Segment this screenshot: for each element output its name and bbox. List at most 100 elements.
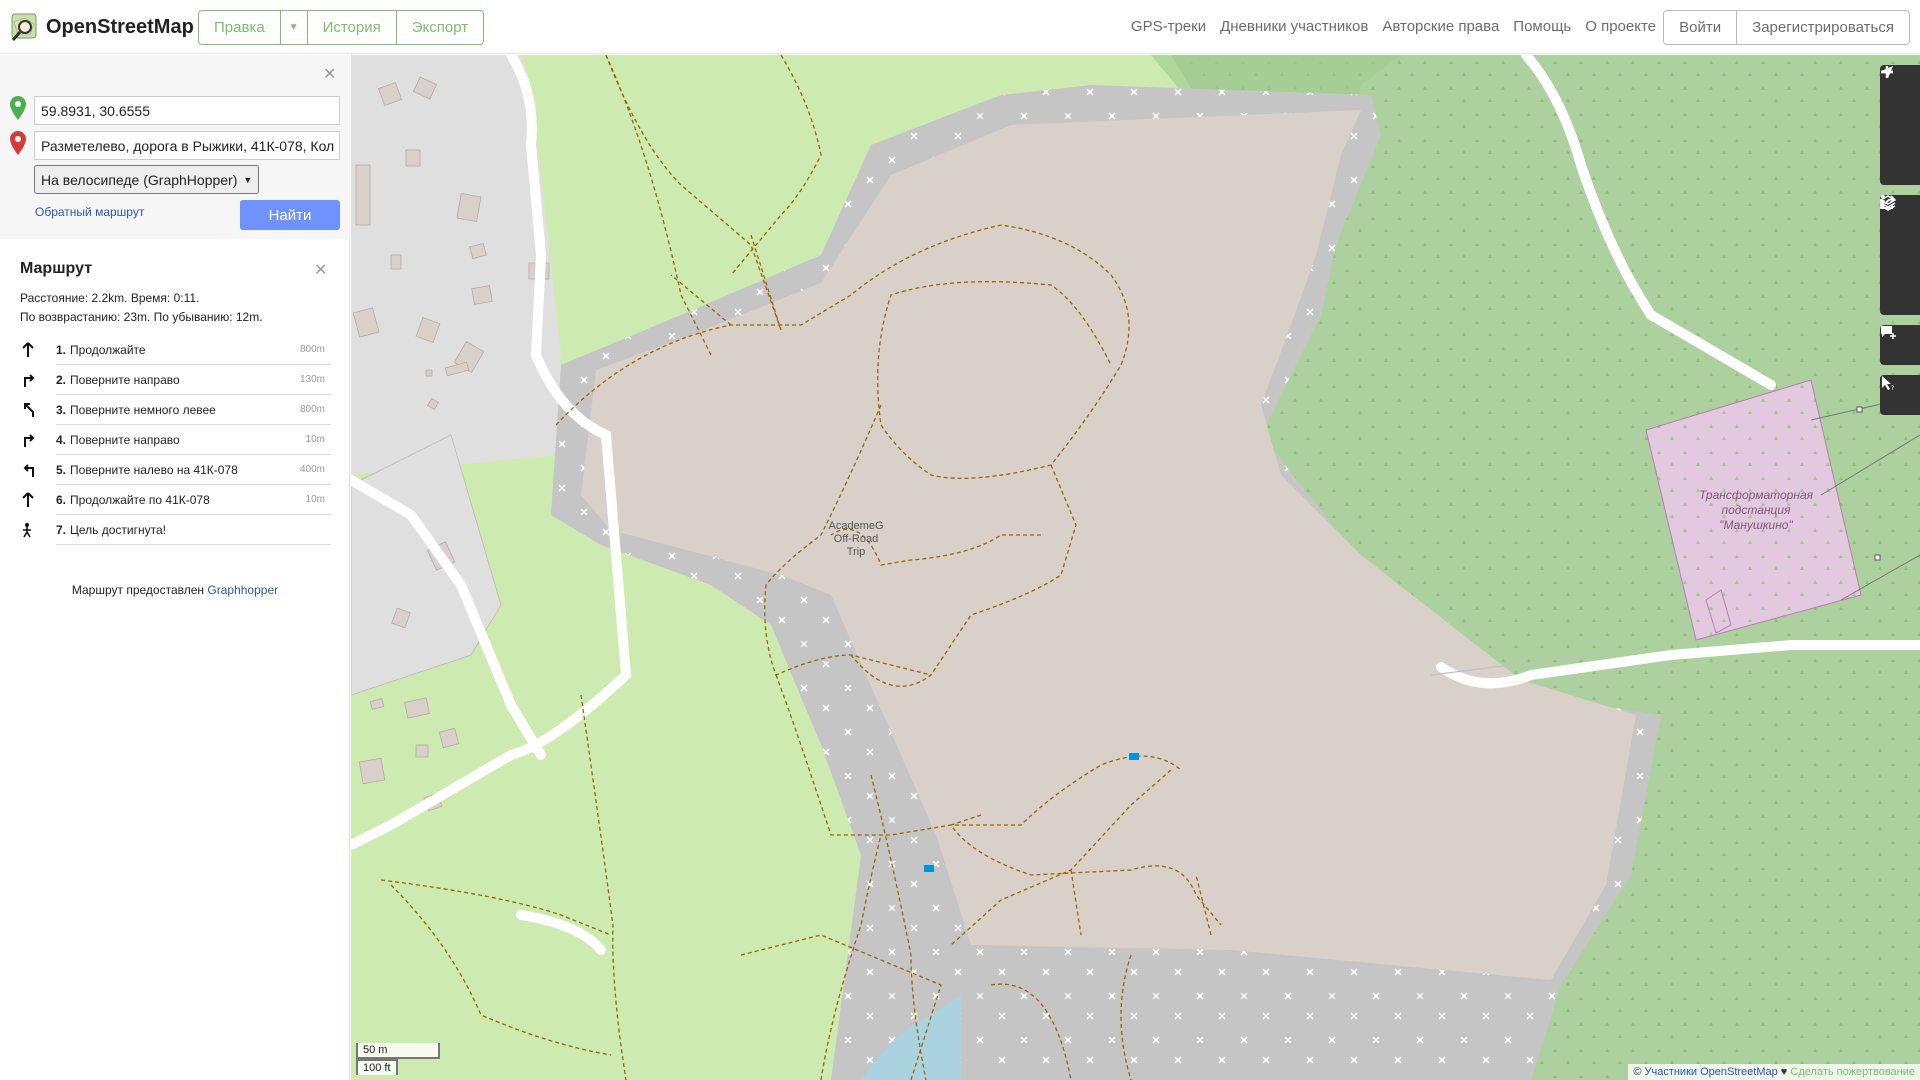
route-step[interactable]: 6. Продолжайте по 41К-078 10m [20,485,331,515]
turn-right-icon [20,425,56,455]
route-to-input[interactable]: Разметелево, дорога в Рыжики, 41К-078, К… [34,131,340,160]
turn-left-icon [20,455,56,485]
reverse-route-link[interactable]: Обратный маршрут [35,205,144,219]
logo[interactable]: OpenStreetMap [10,12,194,42]
donate-link[interactable]: Сделать пожертвование [1790,1066,1915,1078]
step-distance: 800m [299,344,325,355]
user-buttons: Войти Зарегистрироваться [1663,10,1910,45]
substation-label-line: "Манушкино" [1719,518,1793,532]
route-title: Маршрут [20,260,93,277]
slight-left-icon [20,395,56,425]
start-pin-icon [10,96,26,120]
layer-controls [1880,195,1920,315]
routing-credit: Маршрут предоставлен Graphhopper [0,583,350,597]
map-tiles [351,55,1920,1080]
route-distance-time: Расстояние: 2.2km. Время: 0:11. [20,291,200,305]
step-text: Поверните направо [70,432,180,447]
header: OpenStreetMap Правка ▼ История Экспорт G… [0,0,1920,54]
attribution: © Участники OpenStreetMap ♥ Сделать поже… [1628,1064,1920,1080]
history-button[interactable]: История [307,11,397,44]
nav-diaries[interactable]: Дневники участников [1220,18,1368,35]
add-note-icon[interactable] [1880,325,1920,365]
attribution-contributors-link[interactable]: Участники OpenStreetMap [1644,1066,1777,1078]
poi-label-line: Off-Road [833,533,879,545]
credit-text: Маршрут предоставлен [71,583,208,597]
step-number: 2. [56,372,67,387]
export-button[interactable]: Экспорт [396,11,484,44]
edit-button-group: Правка ▼ История Экспорт [198,10,485,45]
step-text: Продолжайте по 41К-078 [70,492,210,507]
turn-right-icon [20,365,56,395]
end-pin-icon [10,131,26,155]
nav-help[interactable]: Помощь [1513,18,1571,35]
route-step[interactable]: 7. Цель достигнута! [20,515,331,545]
route-elevation: По возврастанию: 23m. По убыванию: 12m. [20,310,263,324]
share-icon[interactable] [1880,195,1920,315]
route-step[interactable]: 3. Поверните немного левее 800m [20,395,331,425]
substation-label: Трансформаторная подстанция "Манушкино" [1686,488,1826,533]
step-distance: 10m [305,434,325,445]
svg-text:?: ? [1891,385,1894,391]
routing-engine-select[interactable]: На велосипеде (GraphHopper) ▼ [34,165,260,194]
step-number: 5. [56,462,67,477]
nav-gps-traces[interactable]: GPS-треки [1131,18,1206,35]
route-steps: 1. Продолжайте 800m 2. Поверните направо 130… [20,335,331,545]
sidebar: ✕ 59.8931, 30.6555 Разметелево, дорога в… [0,55,350,1080]
scale-metric: 50 m [356,1043,440,1059]
step-distance: 800m [299,404,325,415]
query-features-icon[interactable]: ? [1880,375,1920,415]
signup-button[interactable]: Зарегистрироваться [1737,11,1909,44]
step-text: Цель достигнута! [70,522,167,537]
destination-icon [20,515,56,545]
route-step[interactable]: 1. Продолжайте 800m [20,335,331,365]
straight-arrow-icon [20,485,56,515]
secondary-nav: GPS-треки Дневники участников Авторские … [1131,18,1656,35]
attribution-prefix: © [1633,1066,1645,1078]
step-number: 6. [56,492,67,507]
edit-button[interactable]: Правка [199,11,281,44]
map-canvas[interactable]: AcademeG Off-Road Trip Трансформаторная … [351,55,1920,1080]
zoom-out-icon[interactable] [1880,70,1920,145]
route-close-icon[interactable]: ✕ [314,260,327,280]
scale-imperial: 100 ft [356,1059,398,1075]
step-text: Продолжайте [70,342,146,357]
routing-engine-value: На велосипеде (GraphHopper) [41,171,238,188]
heart-icon: ♥ [1777,1066,1791,1078]
substation-label-line: Трансформаторная [1698,488,1814,502]
step-distance: 10m [305,494,325,505]
poi-label-line: Trip [846,546,866,558]
step-text: Поверните налево на 41К-078 [70,462,238,477]
route-step[interactable]: 2. Поверните направо 130m [20,365,331,395]
step-distance: 400m [299,464,325,475]
step-number: 7. [56,522,67,537]
straight-arrow-icon [20,335,56,365]
login-button[interactable]: Войти [1664,11,1738,44]
poi-label-line: AcademeG [828,520,884,532]
step-distance: 130m [299,374,325,385]
osm-logo-icon [11,13,37,41]
edit-dropdown-chevron-down-icon[interactable]: ▼ [280,11,308,44]
nav-copyright[interactable]: Авторские права [1382,18,1499,35]
route-step[interactable]: 4. Поверните направо 10m [20,425,331,455]
route-step[interactable]: 5. Поверните налево на 41К-078 400m [20,455,331,485]
nav-about[interactable]: О проекте [1585,18,1656,35]
step-number: 1. [56,342,67,357]
note-control [1880,325,1920,365]
info-icon[interactable] [1880,195,1920,275]
step-text: Поверните немного левее [70,402,216,417]
graphhopper-link[interactable]: Graphhopper [207,583,278,597]
route-from-input[interactable]: 59.8931, 30.6555 [34,96,340,125]
route-summary: Расстояние: 2.2km. Время: 0:11. По возвр… [20,289,263,327]
poi-label: AcademeG Off-Road Trip [821,520,891,559]
step-text: Поверните направо [70,372,180,387]
logo-text: OpenStreetMap [46,15,194,38]
zoom-controls [1880,65,1920,185]
chevron-down-icon: ▼ [243,174,253,185]
locate-icon[interactable] [1880,66,1920,185]
step-number: 4. [56,432,67,447]
directions-form: ✕ 59.8931, 30.6555 Разметелево, дорога в… [0,55,350,239]
directions-close-icon[interactable]: ✕ [323,64,336,84]
find-button[interactable]: Найти [240,200,340,230]
step-number: 3. [56,402,67,417]
query-control: ? [1880,375,1920,415]
